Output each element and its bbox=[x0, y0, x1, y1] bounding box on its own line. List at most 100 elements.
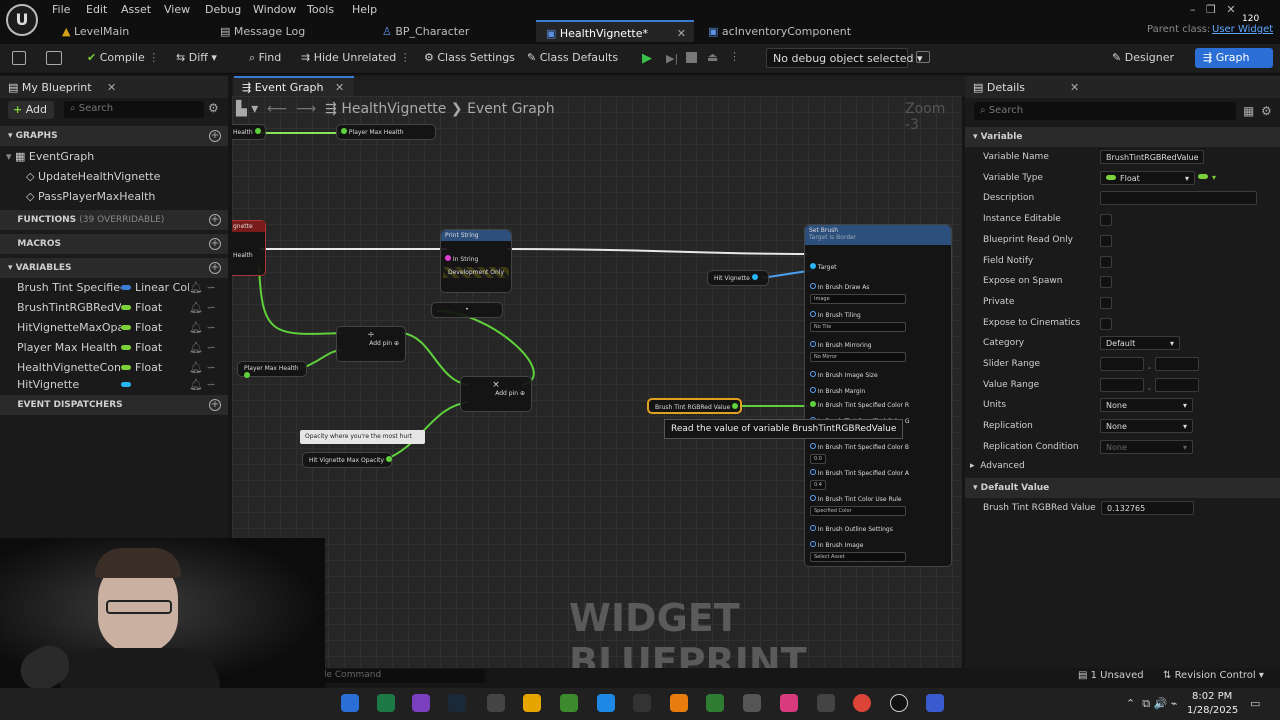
add-function-icon[interactable]: + bbox=[209, 214, 221, 226]
set-brush-pin[interactable]: In Brush Margin bbox=[810, 387, 865, 395]
pin-dropdown[interactable]: No Mirror bbox=[810, 352, 906, 362]
chrome-icon[interactable] bbox=[853, 694, 871, 712]
detail-dropdown[interactable]: None ▾ bbox=[1100, 398, 1193, 413]
step-icon[interactable]: ▶| bbox=[666, 52, 678, 65]
detail-range-inputs[interactable]: - bbox=[1100, 357, 1199, 374]
set-brush-pin[interactable]: In Brush Draw As Image bbox=[810, 283, 906, 304]
variable-item[interactable]: HitVignette 🔔︎ ∽ bbox=[17, 378, 227, 391]
close-panel-icon[interactable]: ✕ bbox=[107, 81, 116, 94]
add-graph-icon[interactable]: + bbox=[209, 130, 221, 142]
replication-icon[interactable]: 🔔︎ ∽ bbox=[189, 361, 216, 374]
graph-item-passplayermaxhealth[interactable]: ◇ PassPlayerMaxHealth bbox=[26, 190, 155, 203]
menu-file[interactable]: File bbox=[52, 3, 70, 16]
unsaved-indicator[interactable]: ▤ 1 Unsaved bbox=[1078, 670, 1144, 681]
pin-dropdown[interactable]: No Tile bbox=[810, 322, 906, 332]
detail-dropdown[interactable]: Float ▾ bbox=[1100, 170, 1195, 185]
graph-item-updatehealthvignette[interactable]: ◇ UpdateHealthVignette bbox=[26, 170, 160, 183]
set-brush-pin[interactable]: In Brush Tint Color Use Rule Specified Co… bbox=[810, 495, 906, 516]
notification-icon[interactable]: ▭ bbox=[1250, 697, 1260, 710]
set-brush-pin[interactable]: In Brush Tint Specified Color A 0.4 bbox=[810, 469, 909, 490]
print-string-node[interactable]: Print String In String Development Only bbox=[440, 229, 512, 293]
default-value-section[interactable]: ▾ Default Value bbox=[965, 478, 1280, 498]
menu-help[interactable]: Help bbox=[352, 3, 377, 16]
variable-item[interactable]: HitVignetteMaxOpacit Float 🔔︎ ∽ bbox=[17, 321, 227, 334]
description-input[interactable] bbox=[1100, 191, 1257, 206]
nvidia-icon[interactable] bbox=[560, 694, 578, 712]
player-max-health-node[interactable]: Player Max Health bbox=[237, 361, 307, 378]
pin-dropdown[interactable]: Image bbox=[810, 294, 906, 304]
menu-edit[interactable]: Edit bbox=[86, 3, 107, 16]
set-brush-pin[interactable]: In Brush Tint Specified Color R bbox=[810, 401, 909, 409]
clock-app-icon[interactable] bbox=[743, 694, 761, 712]
event-dispatchers-section[interactable]: EVENT DISPATCHERS bbox=[0, 395, 228, 415]
add-variable-icon[interactable]: + bbox=[209, 262, 221, 274]
graphs-section[interactable]: ▾ GRAPHS bbox=[0, 126, 228, 146]
set-brush-node[interactable]: Set Brush Target is Border Target In Brus… bbox=[804, 224, 952, 567]
eject-icon[interactable]: ⏏ bbox=[707, 50, 718, 64]
event-node-partial[interactable]: gnette Health bbox=[232, 220, 266, 276]
close-tab-icon[interactable]: ✕ bbox=[335, 81, 344, 94]
settings-gear-icon[interactable]: ⚙ bbox=[1261, 104, 1272, 118]
set-brush-pin[interactable]: In Brush Tiling No Tile bbox=[810, 311, 906, 332]
graph-button[interactable]: ⇶ Graph bbox=[1195, 48, 1273, 68]
container-type-dropdown[interactable]: ▾ bbox=[1198, 173, 1216, 182]
variable-item[interactable]: Brush Tint Specified C Linear Colc🔔︎ ∽ bbox=[17, 281, 227, 294]
unreal-engine-icon[interactable] bbox=[890, 694, 908, 712]
replication-icon[interactable]: 🔔︎ ∽ bbox=[189, 341, 216, 354]
multiply-node[interactable]: × Add pin ⊕ bbox=[460, 376, 532, 412]
detail-dropdown[interactable]: None ▾ bbox=[1100, 419, 1193, 434]
details-search-input[interactable]: ⌕ Search bbox=[974, 102, 1236, 120]
console-command-input[interactable]: le Command bbox=[320, 669, 485, 683]
add-button[interactable]: + Add bbox=[8, 101, 54, 119]
tab-healthvignette[interactable]: ▣ HealthVignette* ✕ bbox=[536, 20, 694, 42]
detail-checkbox[interactable] bbox=[1100, 255, 1112, 268]
close-tab-icon[interactable]: ✕ bbox=[677, 27, 686, 40]
breadcrumb-root[interactable]: HealthVignette bbox=[341, 101, 446, 117]
tray-icons[interactable]: ⌃ ⧉ 🔊 ⌁ bbox=[1126, 697, 1177, 711]
class-settings-button[interactable]: ⚙ Class Settings bbox=[424, 51, 515, 64]
browse-icon[interactable] bbox=[46, 51, 62, 65]
tab-event-graph[interactable]: ⇶ Event Graph ✕ bbox=[234, 76, 354, 96]
terminal-icon[interactable] bbox=[706, 694, 724, 712]
graph-canvas[interactable]: Zoom -3 ▙ ▾ ⟵ ⟶ ⇶ HealthVignette ❯ Event… bbox=[232, 96, 962, 668]
replication-icon[interactable]: 🔔︎ ∽ bbox=[189, 301, 216, 314]
pin-value-input[interactable]: 0.4 bbox=[810, 480, 826, 490]
tab-message-log[interactable]: ▤ Message Log bbox=[210, 20, 315, 42]
app-icon-4[interactable] bbox=[926, 694, 944, 712]
tab-levelmain[interactable]: ▲ LevelMain bbox=[52, 20, 139, 42]
blender-icon[interactable] bbox=[670, 694, 688, 712]
default-value-input[interactable]: 0.132765 bbox=[1101, 501, 1194, 515]
detail-dropdown[interactable]: None ▾ bbox=[1100, 439, 1193, 454]
settings-gear-icon[interactable]: ⚙ bbox=[208, 101, 219, 115]
forward-icon[interactable]: ⟶ bbox=[296, 101, 316, 117]
close-panel-icon[interactable]: ✕ bbox=[1070, 81, 1079, 94]
store-icon[interactable] bbox=[597, 694, 615, 712]
back-icon[interactable]: ⟵ bbox=[267, 101, 287, 117]
bookmark-icon[interactable]: ▙ ▾ bbox=[236, 101, 258, 117]
revision-control-button[interactable]: ⇅ Revision Control ▾ bbox=[1163, 670, 1264, 681]
excel-icon[interactable] bbox=[377, 694, 395, 712]
functions-section[interactable]: FUNCTIONS (39 OVERRIDABLE) bbox=[0, 210, 228, 230]
menu-view[interactable]: View bbox=[164, 3, 190, 16]
set-brush-pin[interactable]: In Brush Image Select Asset bbox=[810, 541, 906, 562]
detail-checkbox[interactable] bbox=[1100, 214, 1112, 227]
diff-button[interactable]: ⇆ Diff ▾ bbox=[176, 51, 217, 64]
steam-icon[interactable] bbox=[448, 694, 466, 712]
set-brush-pin[interactable]: In Brush Tint Specified Color B 0.0 bbox=[810, 443, 909, 464]
save-icon[interactable] bbox=[12, 51, 26, 65]
menu-debug[interactable]: Debug bbox=[205, 3, 241, 16]
app-icon-1[interactable] bbox=[412, 694, 430, 712]
detail-checkbox[interactable] bbox=[1100, 296, 1112, 309]
app-icon-2[interactable] bbox=[780, 694, 798, 712]
advanced-section[interactable]: ▸ Advanced bbox=[970, 461, 1025, 471]
variable-name-input[interactable]: BrushTintRGBRedValue bbox=[1100, 150, 1204, 164]
variable-item[interactable]: Player Max Health Float 🔔︎ ∽ bbox=[17, 341, 227, 354]
stop-icon[interactable] bbox=[686, 52, 697, 63]
to-string-node[interactable]: • bbox=[431, 302, 503, 318]
set-brush-pin[interactable]: Target bbox=[810, 263, 836, 271]
variable-item[interactable]: HealthVignetteConsta Float 🔔︎ ∽ bbox=[17, 361, 227, 374]
detail-range-inputs[interactable]: - bbox=[1100, 377, 1199, 395]
play-icon[interactable]: ▶ bbox=[642, 51, 652, 66]
window-controls[interactable]: – ❐ ✕ bbox=[1190, 3, 1236, 16]
set-brush-pin[interactable]: In Brush Outline Settings bbox=[810, 525, 893, 533]
